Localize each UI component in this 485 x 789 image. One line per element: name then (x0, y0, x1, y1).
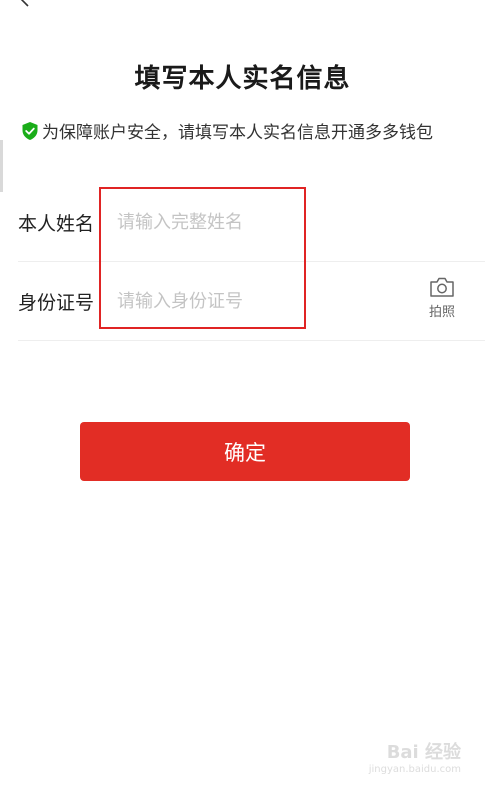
watermark-main: Bai 经验 (386, 742, 461, 763)
confirm-button[interactable]: 确定 (80, 422, 410, 481)
watermark: Bai 经验 jingyan.baidu.com (369, 738, 461, 775)
id-card-input[interactable] (117, 290, 317, 312)
id-card-row: 身份证号 拍照 (18, 262, 485, 341)
camera-label: 拍照 (428, 305, 455, 320)
security-notice: 为保障账户安全，请填写本人实名信息开通多多钱包 (21, 118, 433, 143)
edge-indicator (0, 140, 3, 192)
name-label: 本人姓名 (18, 212, 95, 235)
back-arrow-icon[interactable] (14, 0, 34, 14)
watermark-sub: jingyan.baidu.com (368, 764, 461, 775)
name-input[interactable] (117, 211, 317, 233)
notice-text: 为保障账户安全，请填写本人实名信息开通多多钱包 (42, 123, 433, 143)
camera-button[interactable]: 拍照 (427, 276, 457, 320)
camera-icon (430, 277, 454, 297)
name-row: 本人姓名 (18, 183, 485, 262)
shield-check-icon (22, 121, 38, 140)
page-title: 填写本人实名信息 (134, 64, 351, 94)
id-card-label: 身份证号 (18, 291, 95, 314)
